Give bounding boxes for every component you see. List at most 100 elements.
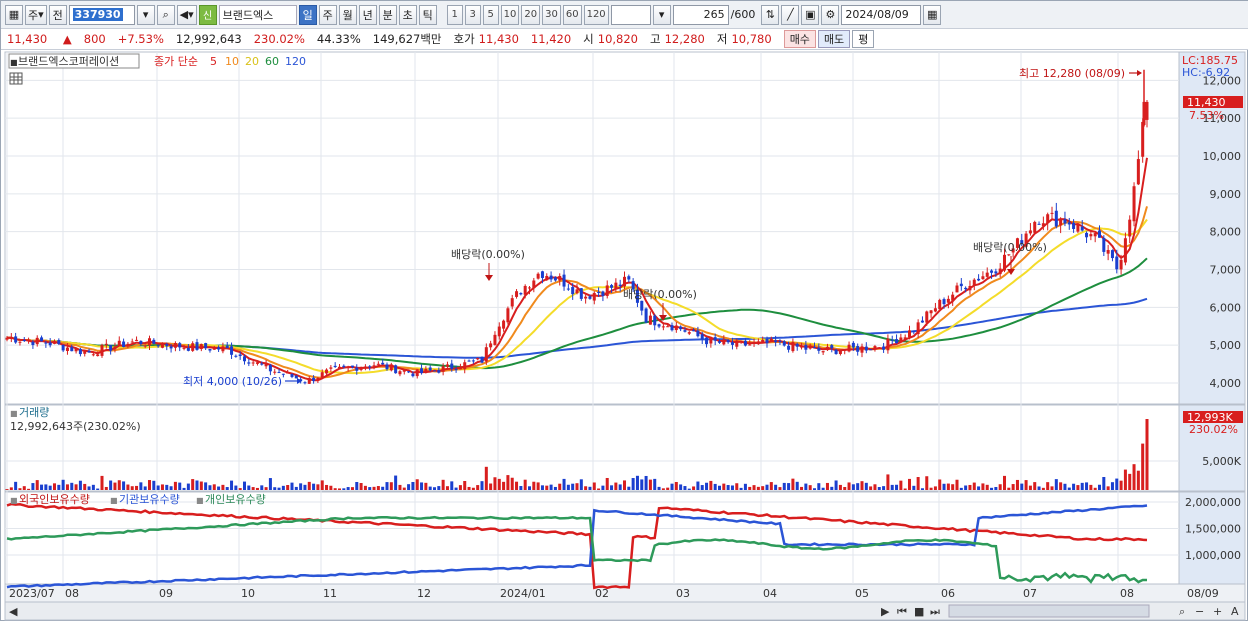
candle-body xyxy=(722,339,726,345)
stop-icon[interactable]: ■ xyxy=(914,605,924,618)
volume-bar xyxy=(281,485,285,490)
candle-body xyxy=(407,371,411,373)
candle-body xyxy=(234,355,238,357)
price-panel[interactable] xyxy=(4,51,1180,405)
candle-body xyxy=(864,346,868,351)
candle-body xyxy=(376,363,380,365)
candle-body xyxy=(774,340,778,343)
volume-bar xyxy=(605,477,609,490)
last-price-value: 11,430 xyxy=(1187,96,1226,109)
candle-body xyxy=(290,374,294,377)
volume-bar xyxy=(18,488,22,490)
candle-body xyxy=(981,276,985,280)
volume-bar xyxy=(506,475,510,490)
volume-info: 12,992,643주(230.02%) xyxy=(10,420,141,433)
table-icon[interactable] xyxy=(9,72,23,85)
volume-bar xyxy=(648,479,652,490)
volume-bar xyxy=(540,485,544,490)
candle-body xyxy=(230,346,234,355)
ma120-label: 120 xyxy=(285,55,306,68)
volume-bar xyxy=(407,484,411,490)
candle-body xyxy=(100,345,104,356)
volume-bar xyxy=(346,487,350,490)
volume-bar xyxy=(454,487,458,490)
candle-body xyxy=(208,348,212,351)
low-annotation: 최저 4,000 (10/26) xyxy=(183,375,282,388)
volume-bar xyxy=(14,481,18,490)
volume-bar xyxy=(1067,487,1071,490)
candle-body xyxy=(1002,254,1007,271)
candle-body xyxy=(18,341,22,343)
volume-bar xyxy=(748,486,752,490)
ma-label: 종가 단순 xyxy=(154,55,198,68)
candle-body xyxy=(329,367,333,369)
zoom-out-icon[interactable]: − xyxy=(1195,605,1204,618)
volume-bar xyxy=(277,487,281,490)
volume-bar xyxy=(627,486,631,490)
volume-bar xyxy=(152,480,156,490)
volume-bar xyxy=(877,487,881,490)
volume-bar xyxy=(502,481,506,490)
volume-bar xyxy=(713,483,717,490)
candle-body xyxy=(955,285,959,293)
volume-bar xyxy=(769,482,773,490)
volume-bar xyxy=(886,474,890,490)
volume-bar xyxy=(743,483,747,490)
scroll-right-icon[interactable]: ▶ xyxy=(881,605,890,618)
volume-bar xyxy=(191,479,195,490)
jump-start-icon[interactable]: ⏮ xyxy=(897,605,907,618)
scroll-left-icon[interactable]: ◀ xyxy=(9,605,18,618)
x-tick-label: 06 xyxy=(941,587,955,600)
font-size-icon[interactable]: A xyxy=(1231,605,1239,618)
candle-body xyxy=(160,343,164,348)
volume-bar xyxy=(523,479,527,490)
volume-bar xyxy=(545,485,549,490)
candle-body xyxy=(238,354,242,357)
zoom-in-icon[interactable]: + xyxy=(1213,605,1222,618)
candle-body xyxy=(432,370,437,372)
candle-body xyxy=(368,366,372,368)
volume-panel[interactable] xyxy=(4,404,1180,492)
volume-bar xyxy=(812,488,817,490)
volume-bar xyxy=(821,487,825,490)
volume-bar xyxy=(726,485,730,490)
chart-canvas[interactable]: 12,00011,00010,0009,0008,0007,0006,0005,… xyxy=(1,1,1248,621)
volume-bar xyxy=(752,485,756,490)
candle-body xyxy=(1102,237,1106,252)
candle-body xyxy=(942,299,946,305)
candle-body xyxy=(515,291,519,297)
candle-body xyxy=(1093,233,1097,237)
candle-body xyxy=(553,277,557,281)
volume-bar xyxy=(156,485,160,490)
candle-body xyxy=(96,354,100,357)
candle-body xyxy=(929,310,933,314)
volume-bar xyxy=(951,484,955,490)
volume-bar xyxy=(787,483,791,490)
candle-body xyxy=(273,371,277,373)
zoom-icon[interactable]: ⌕ xyxy=(1179,605,1185,618)
candle-body xyxy=(674,325,678,331)
candle-body xyxy=(959,283,963,287)
candle-body xyxy=(782,341,786,346)
candle-body xyxy=(1007,254,1011,256)
candle-body xyxy=(873,346,877,349)
candle-body xyxy=(601,291,605,296)
volume-bar xyxy=(480,481,484,490)
price-tick-label: 9,000 xyxy=(1210,188,1242,201)
candle-body xyxy=(610,285,614,288)
price-tick-label: 7,000 xyxy=(1210,264,1242,277)
volume-bar xyxy=(27,488,31,490)
volume-bar xyxy=(782,482,786,490)
candle-body xyxy=(653,315,657,326)
candle-body xyxy=(834,349,838,355)
jump-end-icon[interactable]: ⏭ xyxy=(930,605,940,618)
volume-bar xyxy=(463,480,467,490)
volume-last-pct: 230.02% xyxy=(1189,423,1238,436)
x-tick-label: 08 xyxy=(65,587,79,600)
volume-bar xyxy=(899,480,903,490)
volume-bar xyxy=(160,484,164,490)
candle-body xyxy=(22,339,26,341)
volume-bar xyxy=(532,481,536,490)
candle-body xyxy=(808,347,812,349)
scroll-thumb[interactable] xyxy=(948,604,1150,618)
